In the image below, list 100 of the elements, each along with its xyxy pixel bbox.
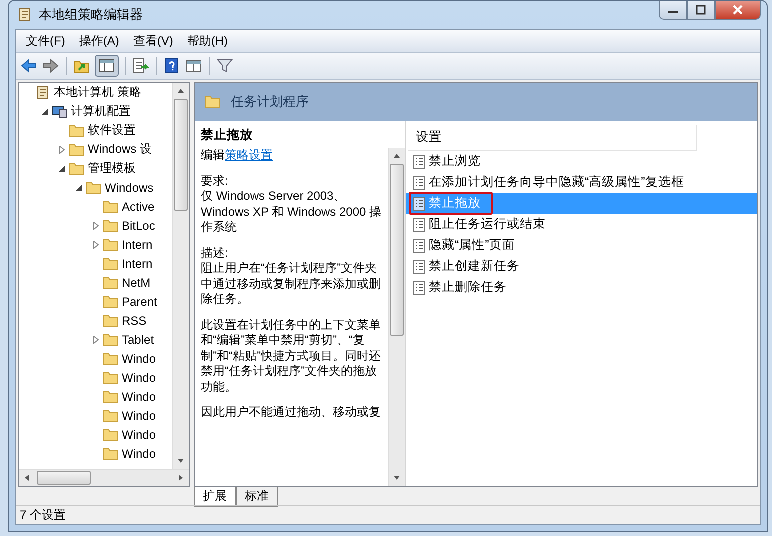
folder-icon [103, 314, 119, 328]
scrollbar-thumb[interactable] [174, 99, 188, 211]
scrollbar-thumb[interactable] [37, 471, 91, 485]
folder-icon [103, 370, 119, 384]
menu-item[interactable]: 查看(V) [127, 30, 180, 52]
folder-icon [103, 218, 119, 232]
setting-row[interactable]: 隐藏“属性”页面 [406, 235, 757, 256]
view-tab[interactable]: 标准 [236, 487, 278, 507]
vertical-scrollbar[interactable] [388, 148, 405, 486]
folder-icon [103, 200, 119, 214]
setting-row[interactable]: 在添加计划任务向导中隐藏“高级属性”复选框 [406, 172, 757, 193]
setting-icon [413, 238, 425, 252]
policy-settings-link[interactable]: 策略设置 [225, 148, 273, 162]
setting-row[interactable]: 禁止创建新任务 [406, 256, 757, 277]
tree-item[interactable]: Windo [122, 428, 156, 442]
column-header[interactable]: 设置 [408, 125, 697, 151]
menu-item[interactable]: 操作(A) [73, 30, 126, 52]
folder-icon [103, 446, 119, 460]
tree-item[interactable]: Windows [105, 180, 154, 194]
folder-icon [69, 142, 85, 156]
setting-icon [413, 154, 425, 168]
edit-policy-text: 编辑策略设置 [201, 148, 274, 164]
setting-icon [413, 196, 425, 210]
tree-item[interactable]: BitLoc [122, 218, 156, 232]
tree-item[interactable]: Active [122, 200, 155, 214]
forward-icon[interactable] [42, 57, 60, 75]
setting-row[interactable]: 禁止浏览 [406, 151, 757, 172]
pane-title: 任务计划程序 [231, 93, 309, 111]
folder-icon [103, 428, 119, 442]
folder-icon [86, 180, 102, 194]
setting-icon [413, 176, 425, 190]
folder-icon [103, 276, 119, 290]
tree-item[interactable]: Intern [122, 256, 153, 270]
tree-item[interactable]: 管理模板 [88, 160, 136, 177]
vertical-scrollbar[interactable] [172, 83, 189, 469]
tree-item[interactable]: Windo [122, 352, 156, 366]
help-icon[interactable] [163, 57, 181, 75]
tree-item[interactable]: RSS [122, 314, 147, 328]
setting-icon [413, 260, 425, 274]
description-paragraph: 此设置在计划任务中的上下文菜单和“编辑”菜单中禁用“剪切”、“复制”和“粘贴”快捷方式项目。同时还禁用“任务计划程序”文件夹的拖放功能。 [201, 318, 382, 395]
folder-icon [69, 124, 85, 138]
tree-item[interactable]: Windo [122, 370, 156, 384]
tree-item[interactable]: Parent [122, 294, 158, 308]
tree-item[interactable]: 计算机配置 [71, 103, 131, 120]
menu-item[interactable]: 帮助(H) [181, 30, 234, 52]
view-tab[interactable]: 扩展 [194, 487, 236, 507]
folder-icon [103, 408, 119, 422]
folder-icon [103, 352, 119, 366]
section-heading: 要求: [201, 174, 230, 189]
horizontal-scrollbar[interactable] [19, 469, 189, 486]
filter-icon[interactable] [216, 57, 234, 75]
minimize-button[interactable] [659, 1, 687, 20]
tree-item[interactable]: Windo [122, 390, 156, 404]
maximize-button[interactable] [687, 1, 715, 20]
folder-icon [103, 390, 119, 404]
expanded-triangle-icon[interactable] [58, 164, 66, 172]
tree-item[interactable]: Intern [122, 238, 153, 252]
scrollbar-thumb[interactable] [390, 164, 404, 336]
highlight-outline: 禁止浏览 [409, 150, 493, 173]
setting-icon [413, 218, 425, 232]
highlight-outline: 禁止创建新任务 [409, 255, 532, 278]
tree-item[interactable]: 软件设置 [88, 122, 136, 139]
tree-item[interactable]: Windows 设 [88, 141, 152, 158]
folder-icon [103, 294, 119, 308]
folder-icon [103, 238, 119, 252]
tree-item[interactable]: Tablet [122, 332, 154, 346]
back-icon[interactable] [20, 57, 38, 75]
export-list-icon[interactable] [132, 57, 150, 75]
close-icon [732, 5, 744, 15]
highlight-outline: 阻止任务运行或结束 [409, 213, 558, 236]
expanded-triangle-icon[interactable] [41, 108, 49, 116]
tree-item[interactable]: 本地计算机 策略 [54, 84, 142, 101]
scroll-icon [35, 86, 51, 100]
status-text: 7 个设置 [20, 506, 66, 524]
highlight-outline: 在添加计划任务向导中隐藏“高级属性”复选框 [409, 171, 696, 194]
setting-title: 禁止拖放 [200, 127, 254, 144]
menu-item[interactable]: 文件(F) [20, 30, 72, 52]
highlight-outline: 隐藏“属性”页面 [409, 234, 528, 257]
show-tree-button[interactable] [95, 55, 119, 77]
collapsed-triangle-icon[interactable] [92, 336, 100, 344]
folder-icon [205, 95, 221, 109]
section-text: 仅 Windows Server 2003、Windows XP 和 Windows 2000 操作系统 [201, 189, 383, 236]
panes-icon [98, 57, 116, 75]
expanded-triangle-icon[interactable] [75, 184, 83, 192]
maximize-icon [695, 5, 707, 15]
window-title: 本地组策略编辑器 [39, 6, 143, 24]
folder-icon [103, 332, 119, 346]
setting-row[interactable]: 禁止删除任务 [406, 277, 757, 298]
collapsed-triangle-icon[interactable] [58, 146, 66, 154]
tree-item[interactable]: Windo [122, 408, 156, 422]
section-text: 阻止用户在“任务计划程序”文件夹中通过移动或复制程序来添加或删除任务。 [201, 261, 382, 308]
highlight-outline: 禁止拖放 [409, 192, 493, 215]
close-button[interactable] [715, 1, 761, 20]
collapsed-triangle-icon[interactable] [92, 240, 100, 248]
tree-item[interactable]: Windo [122, 446, 156, 460]
setting-row[interactable]: 阻止任务运行或结束 [406, 214, 757, 235]
tree-item[interactable]: NetM [122, 276, 151, 290]
setting-icon [413, 280, 425, 294]
section-heading: 描述: [201, 246, 230, 261]
collapsed-triangle-icon[interactable] [92, 222, 100, 230]
